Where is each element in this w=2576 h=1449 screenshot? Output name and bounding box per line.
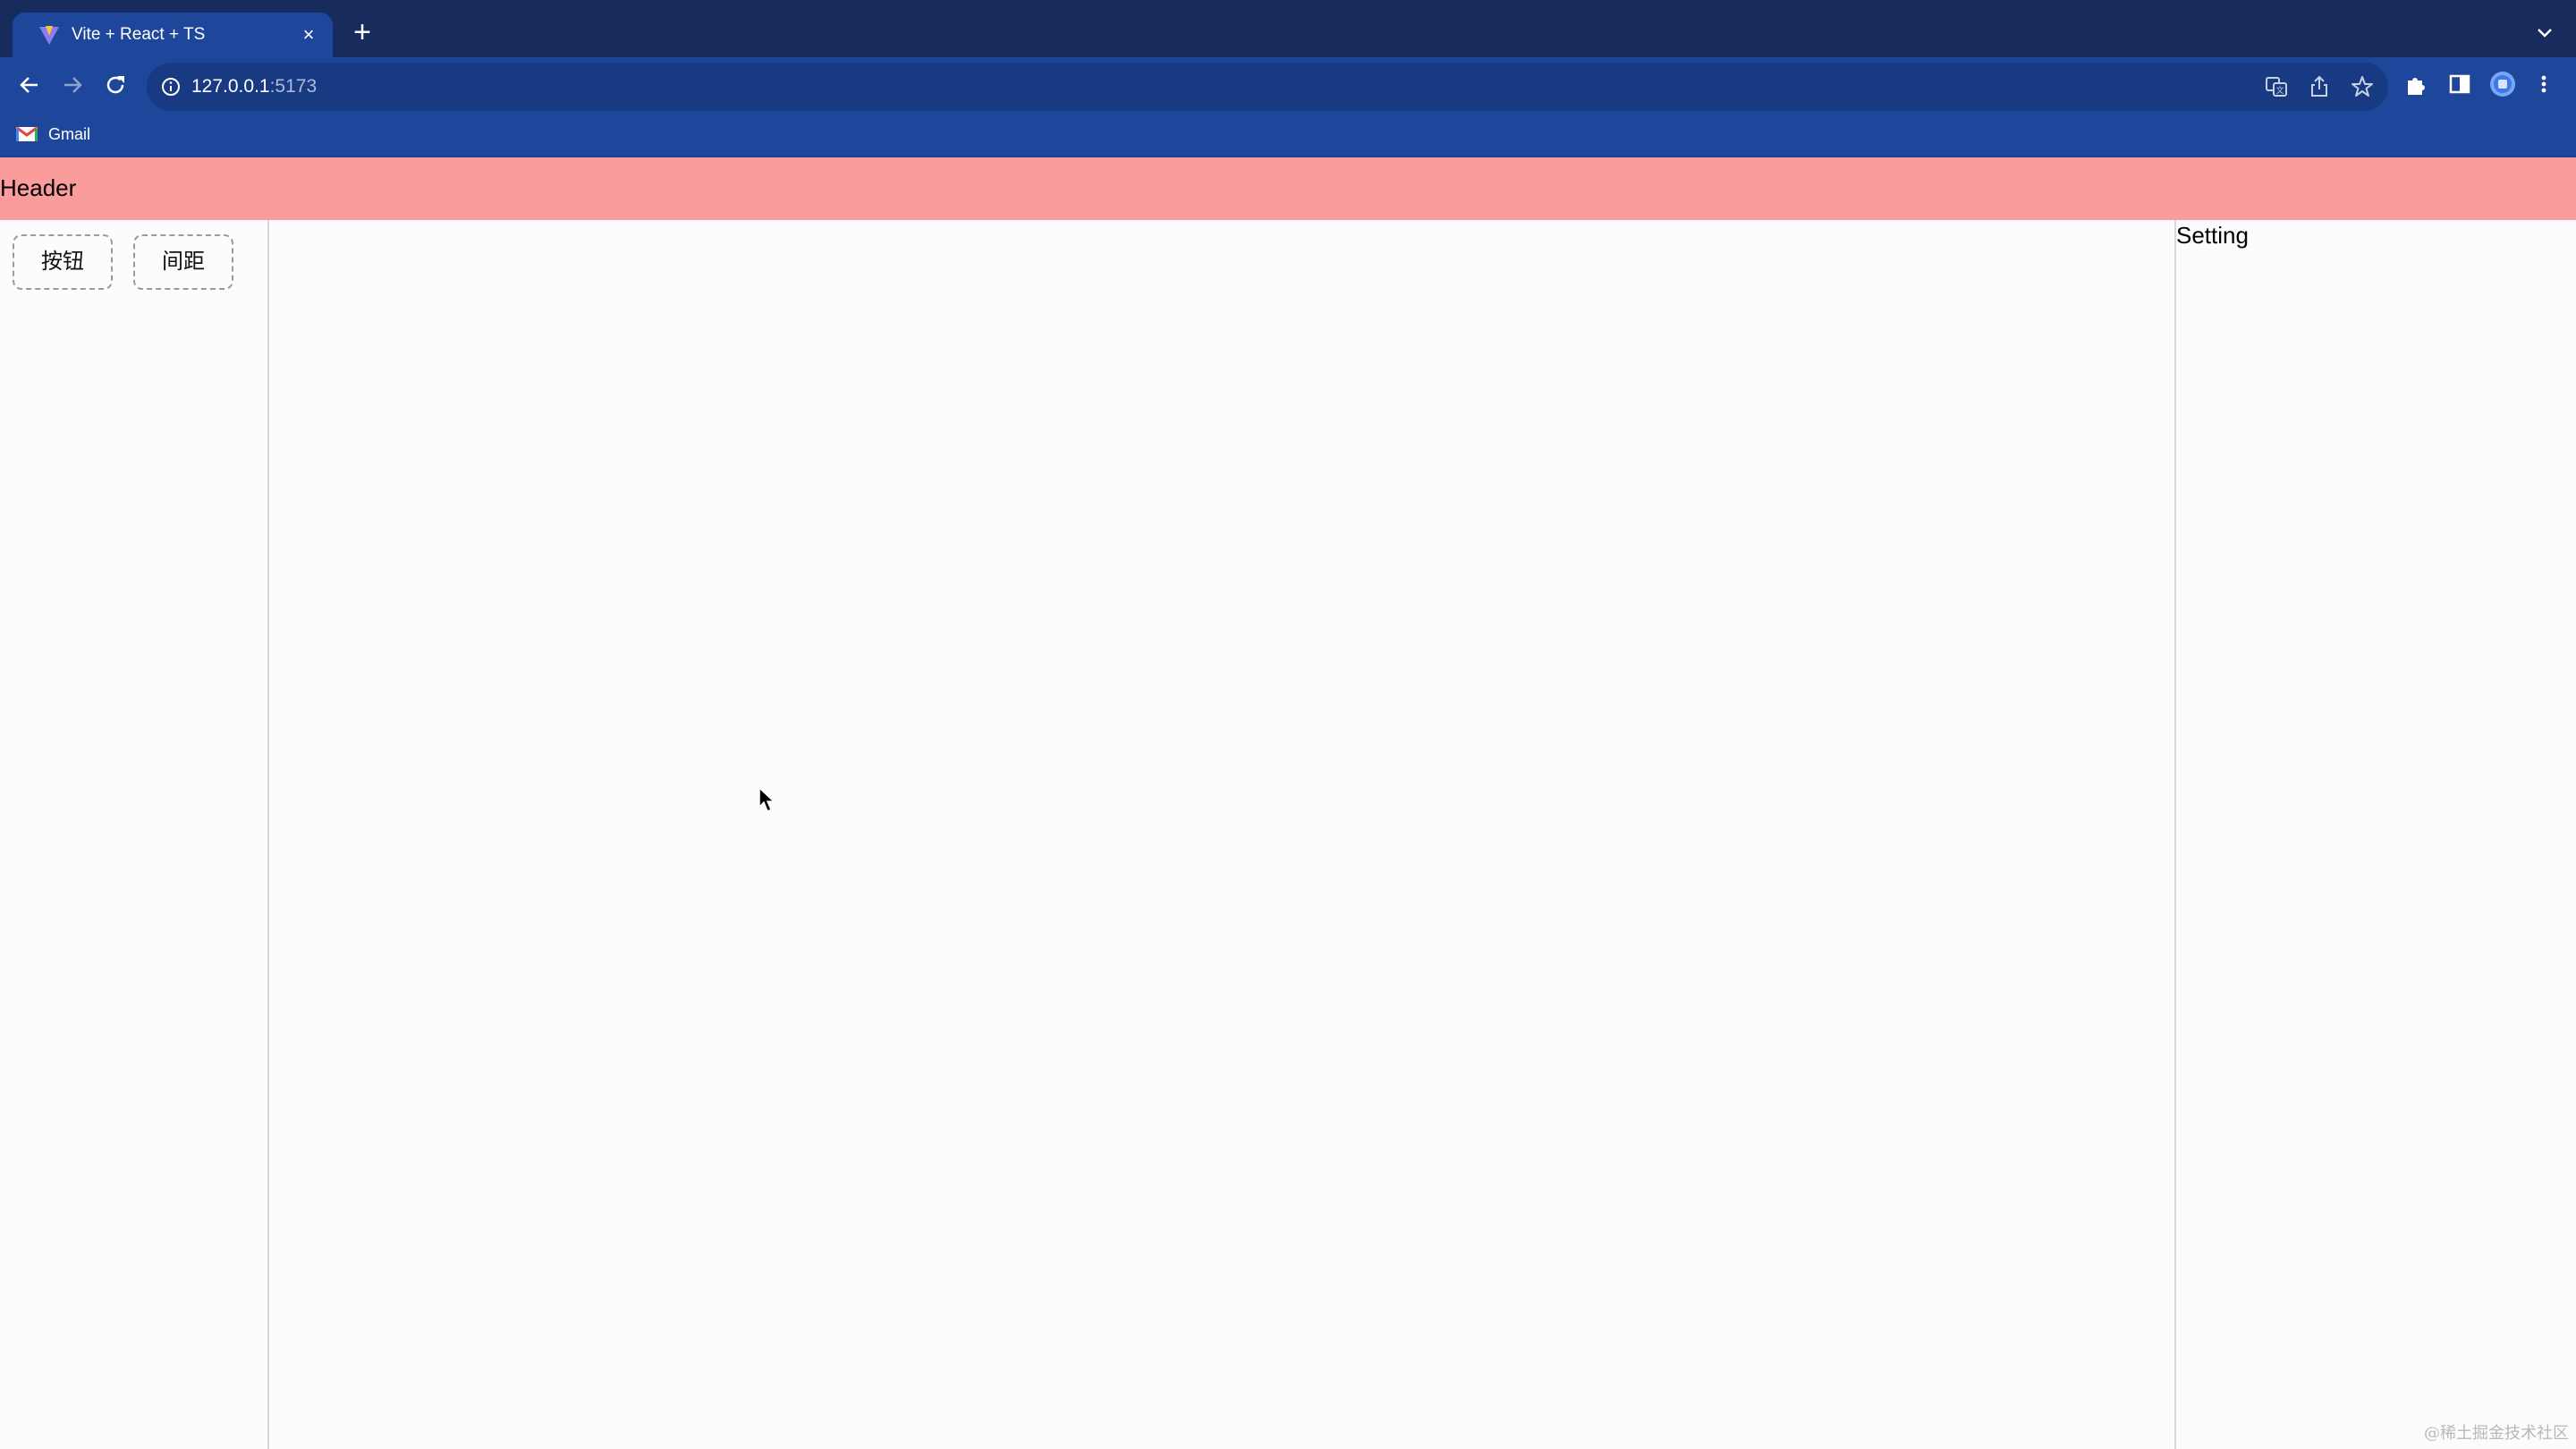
gmail-icon	[16, 126, 38, 141]
menu-icon[interactable]	[2533, 70, 2555, 98]
vite-logo-icon	[39, 26, 59, 45]
translate-icon[interactable]: 文	[2263, 73, 2290, 100]
tab-close-icon[interactable]: ×	[295, 21, 322, 48]
browser-toolbar: 127.0.0.1:5173 文	[0, 57, 2576, 111]
back-arrow-icon[interactable]	[13, 68, 47, 102]
watermark: @稀土掘金技术社区	[2424, 1424, 2569, 1443]
new-tab-button[interactable]: +	[347, 17, 377, 48]
address-bar[interactable]: 127.0.0.1:5173 文	[147, 63, 2388, 111]
forward-arrow-icon[interactable]	[55, 68, 89, 102]
share-icon[interactable]	[2306, 73, 2333, 100]
star-icon[interactable]	[2349, 73, 2376, 100]
url-host: 127.0.0.1	[191, 76, 270, 97]
bookmark-label: Gmail	[48, 124, 91, 143]
component-button-item[interactable]: 按钮	[13, 234, 113, 290]
editor-canvas[interactable]	[269, 220, 2174, 1449]
site-info-icon[interactable]	[159, 75, 182, 98]
bookmark-gmail[interactable]: Gmail	[16, 122, 90, 147]
tab-search-chevron-icon[interactable]	[2531, 21, 2558, 45]
profile-icon[interactable]	[2488, 70, 2517, 98]
url-port: :5173	[269, 76, 318, 97]
reload-icon[interactable]	[98, 68, 132, 102]
component-space-item[interactable]: 间距	[133, 234, 233, 290]
header-title: Header	[0, 174, 77, 201]
page-viewport: Header 按钮 间距 Setting @稀土掘金技术社区	[0, 157, 2576, 1449]
browser-tabstrip: Vite + React + TS × +	[0, 0, 2576, 61]
tab-title: Vite + React + TS	[72, 25, 206, 44]
url-text[interactable]: 127.0.0.1:5173	[191, 74, 317, 99]
bookmarks-bar: Gmail	[0, 111, 2576, 157]
settings-title: Setting	[2176, 222, 2249, 249]
component-sidebar: 按钮 间距	[0, 220, 269, 1449]
side-panel-icon[interactable]	[2445, 70, 2474, 98]
settings-panel: Setting	[2174, 220, 2576, 1449]
app-header: Header	[0, 157, 2576, 220]
mouse-cursor-icon	[758, 787, 775, 813]
extensions-icon[interactable]	[2402, 70, 2431, 98]
svg-text:文: 文	[2275, 85, 2284, 96]
browser-tab[interactable]: Vite + React + TS ×	[13, 13, 333, 61]
